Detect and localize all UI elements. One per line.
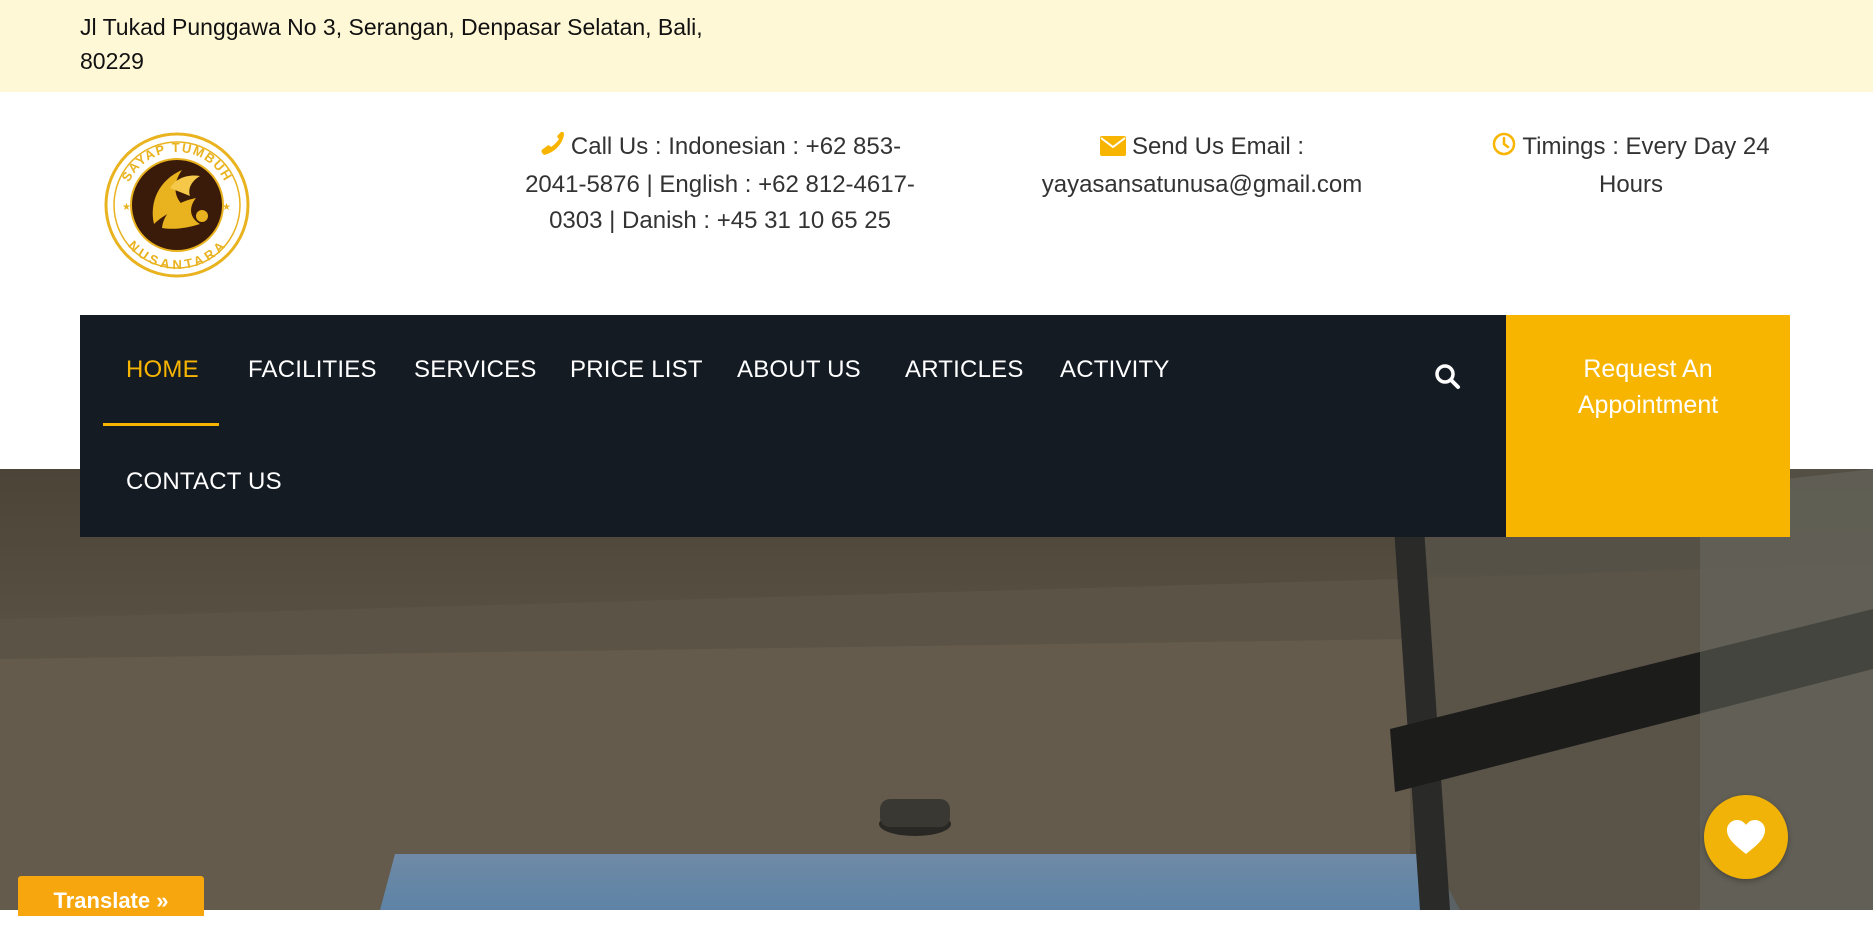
nav-activity[interactable]: ACTIVITY bbox=[1060, 355, 1170, 385]
svg-text:★: ★ bbox=[222, 202, 231, 213]
nav-about-us[interactable]: ABOUT US bbox=[737, 355, 861, 385]
main-nav: HOME FACILITIES SERVICES PRICE LIST ABOU… bbox=[80, 315, 1506, 537]
translate-button[interactable]: Translate » bbox=[18, 876, 204, 916]
nav-price-list[interactable]: PRICE LIST bbox=[570, 355, 703, 385]
nav-facilities[interactable]: FACILITIES bbox=[248, 355, 377, 385]
call-us-info: Call Us : Indonesian : +62 853-2041-5876… bbox=[520, 129, 920, 239]
nav-contact-us[interactable]: CONTACT US bbox=[126, 467, 282, 497]
clock-icon bbox=[1492, 131, 1516, 167]
timings-text: Timings : Every Day 24 Hours bbox=[1522, 133, 1770, 198]
email-text: Send Us Email : yayasansatunusa@gmail.co… bbox=[1041, 133, 1363, 198]
envelope-icon bbox=[1099, 131, 1126, 167]
search-icon[interactable] bbox=[1432, 361, 1464, 393]
call-us-text: Call Us : Indonesian : +62 853-2041-5876… bbox=[525, 133, 915, 234]
heart-icon bbox=[1727, 820, 1765, 854]
site-logo[interactable]: SAYAP TUMBUH NUSANTARA ★ ★ bbox=[104, 132, 250, 278]
phone-icon bbox=[539, 131, 565, 167]
favorite-button[interactable] bbox=[1704, 795, 1788, 879]
email-info: Send Us Email : yayasansatunusa@gmail.co… bbox=[1020, 129, 1384, 203]
timings-info: Timings : Every Day 24 Hours bbox=[1486, 129, 1776, 203]
active-nav-underline bbox=[103, 423, 219, 426]
nav-services[interactable]: SERVICES bbox=[414, 355, 537, 385]
address-text: Jl Tukad Punggawa No 3, Serangan, Denpas… bbox=[80, 14, 703, 74]
top-bar: Jl Tukad Punggawa No 3, Serangan, Denpas… bbox=[0, 0, 1873, 92]
request-appointment-button[interactable]: Request An Appointment bbox=[1506, 315, 1790, 537]
nav-home[interactable]: HOME bbox=[126, 355, 199, 385]
svg-text:★: ★ bbox=[122, 202, 131, 213]
nav-articles[interactable]: ARTICLES bbox=[905, 355, 1024, 385]
